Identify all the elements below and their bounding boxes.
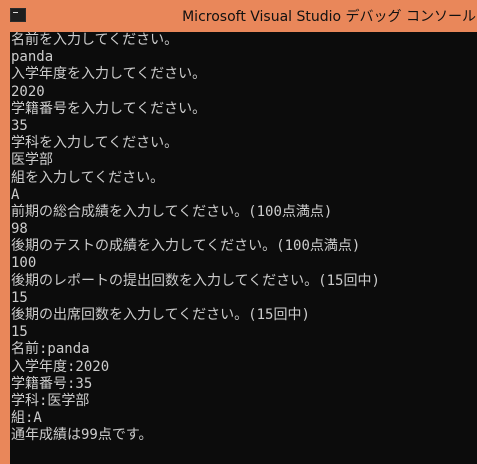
console-line: 組を入力してください。: [11, 169, 165, 186]
console-line: 35: [11, 117, 28, 134]
console-line: 医学部: [11, 152, 53, 169]
console-line: 15: [11, 324, 28, 341]
console-line: 100: [11, 255, 37, 272]
title-bar[interactable]: Microsoft Visual Studio デバッグ コンソール: [5, 0, 477, 32]
console-app-icon: [10, 8, 26, 22]
console-line: 名前:panda: [11, 341, 90, 358]
console-line: 2020: [11, 83, 45, 100]
console-line: 学科:医学部: [11, 392, 90, 409]
console-line: 名前を入力してください。: [11, 32, 179, 48]
console-line: 前期の総合成績を入力してください。(100点満点): [11, 203, 333, 220]
console-line: 組:A: [11, 410, 42, 427]
console-window: Microsoft Visual Studio デバッグ コンソール 名前を入力…: [0, 0, 477, 464]
console-line: 通年成績は99点です。: [11, 427, 153, 444]
console-line: 入学年度を入力してください。: [11, 66, 207, 83]
console-line: 後期のレポートの提出回数を入力してください。(15回中): [11, 272, 380, 289]
console-line: panda: [11, 49, 54, 66]
console-line: 学籍番号:35: [11, 375, 93, 392]
console-line: 15: [11, 289, 28, 306]
console-line: 後期のテストの成績を入力してください。(100点満点): [11, 238, 361, 255]
console-output[interactable]: 名前を入力してください。 panda 入学年度を入力してください。 2020 学…: [10, 32, 477, 464]
console-line: A: [11, 186, 20, 203]
console-line: 後期の出席回数を入力してください。(15回中): [11, 307, 310, 323]
console-line: 学科を入力してください。: [11, 135, 179, 152]
console-line: 入学年度:2020: [11, 358, 110, 375]
console-line: 98: [11, 221, 28, 238]
window-title: Microsoft Visual Studio デバッグ コンソール: [182, 9, 476, 25]
console-line: 学籍番号を入力してください。: [11, 100, 207, 117]
